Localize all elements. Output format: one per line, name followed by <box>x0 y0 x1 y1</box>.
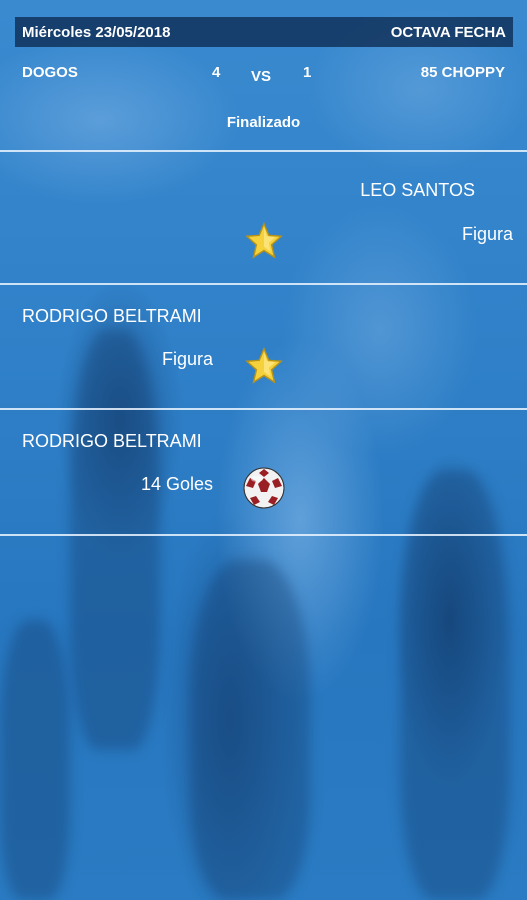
divider <box>0 534 527 536</box>
home-team-score: 4 <box>212 64 221 81</box>
event-player-name: RODRIGO BELTRAMI <box>22 431 202 451</box>
match-score-row[interactable]: DOGOS 4 VS 1 85 CHOPPY <box>0 64 527 88</box>
match-header-bar: Miércoles 23/05/2018 OCTAVA FECHA <box>15 17 513 47</box>
event-player-name: LEO SANTOS <box>360 180 475 200</box>
match-status: Finalizado <box>226 114 301 131</box>
home-team-name: DOGOS <box>22 64 78 81</box>
star-icon <box>245 347 283 384</box>
background-figure <box>0 620 70 900</box>
event-detail: 14 Goles <box>140 474 213 494</box>
event-detail: Figura <box>161 349 213 369</box>
divider <box>0 408 527 410</box>
background-figure <box>70 330 160 750</box>
divider <box>0 283 527 285</box>
match-round: OCTAVA FECHA <box>390 23 506 41</box>
match-date: Miércoles 23/05/2018 <box>22 23 171 41</box>
event-detail: Figura <box>461 224 513 244</box>
divider <box>0 150 527 152</box>
background-figure <box>190 560 310 900</box>
event-player-name: RODRIGO BELTRAMI <box>22 306 202 326</box>
away-team-name: 85 CHOPPY <box>420 64 505 81</box>
away-team-score: 1 <box>303 64 312 81</box>
star-icon <box>245 222 283 259</box>
soccer-ball-icon <box>243 467 285 509</box>
versus-label: VS <box>251 68 272 85</box>
